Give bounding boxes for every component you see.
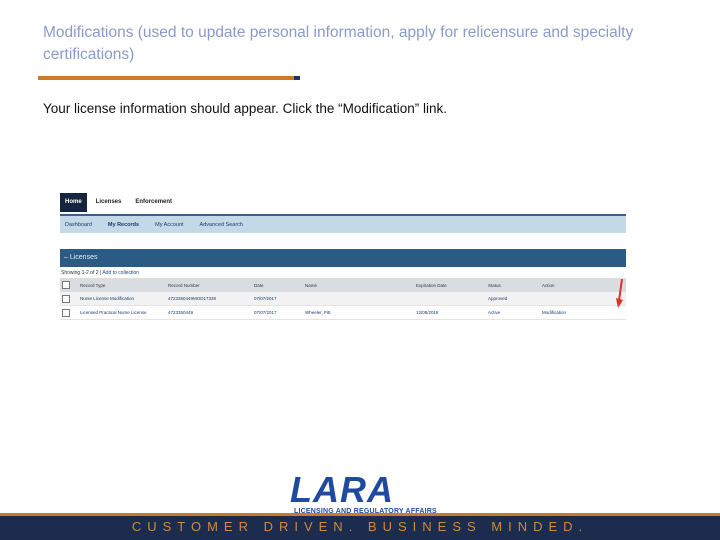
instruction-text: Your license information should appear. … [43, 101, 447, 116]
licenses-section-header[interactable]: – Licenses [60, 249, 626, 267]
col-record-number[interactable]: Record Number [166, 278, 252, 292]
showing-text: Showing 1-2 of 2 | [61, 270, 103, 276]
cell-status: Approved [486, 292, 540, 306]
col-name[interactable]: Name [303, 278, 414, 292]
table-row: Nurse License Modification 4723350449MOD… [60, 292, 626, 306]
cell-record-number[interactable]: 4723350449MOD17328 [166, 292, 252, 306]
slide-title: Modifications (used to update personal i… [43, 24, 634, 63]
subnav-dashboard[interactable]: Dashboard [65, 222, 92, 228]
row-checkbox[interactable] [62, 294, 70, 303]
nav-home[interactable]: Home [60, 193, 87, 212]
modification-link[interactable]: Modification [540, 305, 626, 320]
licenses-section-title: Licenses [69, 254, 98, 261]
col-action: Action [540, 278, 626, 292]
nav-enforcement[interactable]: Enforcement [130, 193, 177, 212]
red-arrow-icon [616, 279, 623, 308]
table-row: Licensed Practical Nurse License 4723350… [60, 305, 626, 320]
top-nav: Home Licenses Enforcement [60, 193, 626, 212]
row-checkbox[interactable] [62, 308, 70, 317]
cell-name [303, 292, 414, 306]
col-status[interactable]: Status [486, 278, 540, 292]
table-header-row: Record Type Record Number Date Name Expi… [60, 278, 626, 292]
title-underline [38, 76, 300, 80]
licenses-table: Record Type Record Number Date Name Expi… [60, 278, 626, 320]
cell-record-number[interactable]: 4723350449 [166, 305, 252, 320]
col-date[interactable]: Date [252, 278, 303, 292]
embedded-screenshot: Home Licenses Enforcement Dashboard My R… [60, 193, 626, 323]
subnav-my-records[interactable]: My Records [108, 222, 139, 228]
subnav-advanced-search[interactable]: Advanced Search [200, 222, 243, 228]
sub-nav: Dashboard My Records My Account Advanced… [60, 214, 626, 233]
cell-name: Wheeler, Pitt [303, 305, 414, 320]
cell-expiration: 12/08/2018 [414, 305, 486, 320]
footer-tagline: CUSTOMER DRIVEN. BUSINESS MINDED. [0, 516, 720, 540]
cell-date: 07/07/2017 [252, 305, 303, 320]
cell-record-type[interactable]: Nurse License Modification [78, 292, 166, 306]
subnav-my-account[interactable]: My Account [155, 222, 183, 228]
col-record-type[interactable]: Record Type [78, 278, 166, 292]
cell-record-type[interactable]: Licensed Practical Nurse License [78, 305, 166, 320]
showing-count: Showing 1-2 of 2 | Add to collection [60, 267, 626, 278]
select-all-checkbox[interactable] [62, 281, 70, 289]
add-to-collection-link[interactable]: Add to collection [102, 270, 139, 276]
col-expiration-date[interactable]: Expiration Date [414, 278, 486, 292]
cell-status: Active [486, 305, 540, 320]
cell-expiration [414, 292, 486, 306]
cell-date: 07/07/2017 [252, 292, 303, 306]
lara-wordmark: LARA [290, 469, 394, 510]
nav-licenses[interactable]: Licenses [91, 193, 127, 212]
lara-logo: LARA LICENSING AND REGULATORY AFFAIRS [290, 469, 437, 516]
cell-action [540, 292, 626, 306]
